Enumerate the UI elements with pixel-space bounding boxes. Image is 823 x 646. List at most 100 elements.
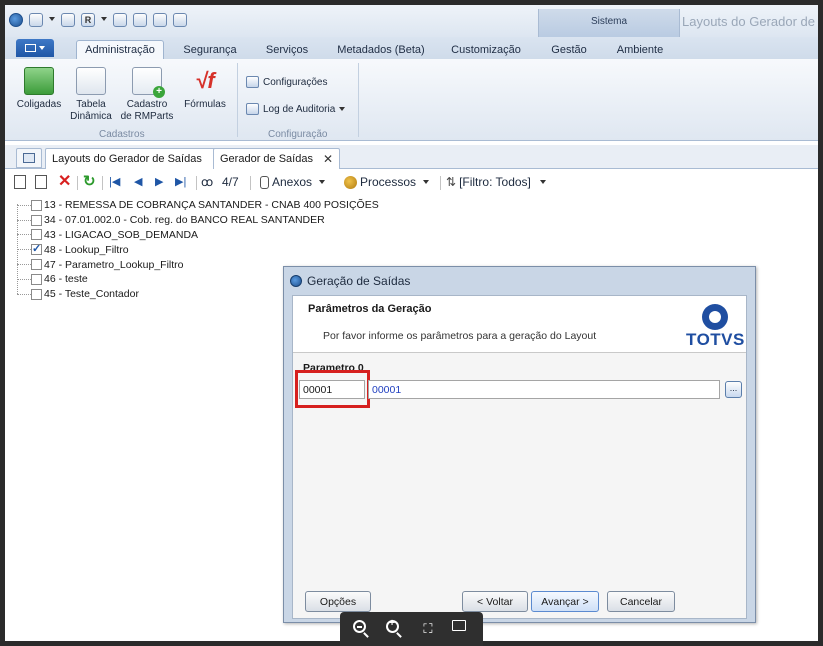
window-list-icon: [23, 153, 35, 163]
filter-button[interactable]: ⇅ [Filtro: Todos]: [446, 175, 546, 189]
zoom-in-icon: [386, 618, 400, 633]
chevron-down-icon[interactable]: [49, 17, 55, 23]
close-icon[interactable]: ✕: [323, 152, 333, 166]
doc-tab-gerador[interactable]: Gerador de Saídas ✕: [213, 148, 341, 169]
ribbon-separator: [358, 63, 359, 137]
table-icon: [76, 67, 106, 95]
settings-window-icon: [246, 76, 259, 88]
anexos-button[interactable]: Anexos: [260, 175, 326, 189]
record-count: 4/7: [222, 175, 239, 189]
title-bar: R Sistema Layouts do Gerador de S: [5, 5, 818, 37]
checkbox[interactable]: [31, 288, 42, 300]
last-icon: ▶|: [175, 176, 187, 188]
document-tabs: Layouts do Gerador de Saídas ✕ Gerador d…: [5, 145, 818, 169]
app-window: R Sistema Layouts do Gerador de S Admini…: [5, 5, 818, 641]
configuracoes-button[interactable]: Configurações: [246, 76, 327, 88]
formula-icon: √f: [195, 68, 215, 93]
dialog-body: Parâmetros da Geração Por favor informe …: [292, 295, 747, 619]
first-record-button[interactable]: |◀: [109, 175, 121, 189]
globe-icon[interactable]: [29, 13, 43, 27]
tab-metadados[interactable]: Metadados (Beta): [331, 40, 431, 59]
fullscreen-icon[interactable]: ⛶: [419, 620, 437, 638]
delete-button[interactable]: ✕: [58, 174, 71, 190]
monitor-icon[interactable]: [61, 13, 75, 27]
voltar-button[interactable]: < Voltar: [462, 591, 528, 612]
doc-tab-layouts[interactable]: Layouts do Gerador de Saídas ✕: [45, 148, 229, 169]
next-record-button[interactable]: ▶: [155, 175, 167, 189]
find-button[interactable]: ꝏ 4/7: [201, 175, 239, 189]
group-label-cadastros: Cadastros: [99, 129, 145, 140]
present-button[interactable]: [451, 620, 470, 638]
first-icon: |◀: [109, 176, 121, 188]
checkbox[interactable]: [31, 229, 42, 241]
checkbox[interactable]: [31, 273, 42, 285]
totvs-logo: TOTVS: [686, 304, 744, 352]
tab-ambiente[interactable]: Ambiente: [609, 40, 671, 59]
parameter-description-field[interactable]: 00001: [368, 380, 720, 399]
cadastro-label-line2: de RMParts: [120, 111, 174, 122]
tree-item-selected[interactable]: 48 - Lookup_Filtro: [17, 242, 379, 257]
refresh-button[interactable]: ↻: [83, 174, 96, 189]
attachment-icon: [260, 175, 269, 189]
image-viewer-controls: ⛶: [340, 612, 483, 646]
process-icon: [344, 175, 357, 189]
record-toolbar: ✕ ↻ |◀ ◀ ▶ ▶| ꝏ 4/7 Anexos Processos ⇅ […: [5, 171, 818, 195]
totvs-logo-icon: [702, 304, 728, 330]
tabela-dinamica-button[interactable]: Tabela Dinâmica: [66, 67, 116, 123]
cadastro-label-line1: Cadastro: [126, 99, 168, 110]
opcoes-button[interactable]: Opções: [305, 591, 371, 612]
new-button[interactable]: [14, 175, 26, 189]
present-icon: [451, 620, 466, 631]
file-menu-button[interactable]: [16, 39, 54, 57]
zoom-out-icon: [353, 620, 367, 633]
dialog-header-subtitle: Por favor informe os parâmetros para a g…: [323, 330, 597, 342]
checkbox[interactable]: [31, 199, 42, 211]
edit-button[interactable]: [35, 175, 47, 189]
tree-item[interactable]: 34 - 07.01.002.0 - Cob. reg. do BANCO RE…: [17, 213, 379, 228]
checkbox[interactable]: [31, 259, 42, 271]
log-auditoria-button[interactable]: Log de Auditoria: [246, 103, 346, 115]
tree-item[interactable]: 43 - LIGACAO_SOB_DEMANDA: [17, 228, 379, 243]
configuracoes-label: Configurações: [263, 76, 328, 88]
app-logo-icon: [290, 275, 302, 287]
processos-button[interactable]: Processos: [344, 175, 430, 189]
tab-servicos[interactable]: Serviços: [256, 40, 318, 59]
tab-administracao[interactable]: Administração: [76, 40, 164, 59]
zoom-out-button[interactable]: [353, 620, 371, 638]
log-auditoria-label: Log de Auditoria: [263, 103, 336, 115]
lookup-button[interactable]: ...: [725, 381, 742, 398]
zoom-in-button[interactable]: [386, 618, 404, 638]
checkbox[interactable]: [31, 214, 42, 226]
avancar-button[interactable]: Avançar >: [531, 591, 599, 612]
context-group-label: Sistema: [590, 16, 628, 27]
cancelar-button[interactable]: Cancelar: [607, 591, 675, 612]
play-icon[interactable]: [113, 13, 127, 27]
report-icon[interactable]: R: [81, 13, 95, 27]
tab-list-button[interactable]: [16, 148, 42, 168]
formulas-button[interactable]: √f Fórmulas: [180, 67, 230, 111]
dialog-title: Geração de Saídas: [307, 274, 411, 288]
chevron-down-icon[interactable]: [101, 17, 107, 23]
ribbon-separator: [237, 63, 238, 137]
app-logo-icon[interactable]: [9, 13, 23, 27]
web-icon[interactable]: [153, 13, 167, 27]
log-icon: [246, 103, 259, 115]
dialog-header-title: Parâmetros da Geração: [308, 303, 432, 315]
ribbon-tabs: Administração Segurança Serviços Metadad…: [5, 37, 818, 59]
last-record-button[interactable]: ▶|: [175, 175, 187, 189]
copy-icon[interactable]: [173, 13, 187, 27]
building-icon: [24, 67, 54, 95]
tab-seguranca[interactable]: Segurança: [175, 40, 245, 59]
context-group-sistema: Sistema: [538, 9, 680, 37]
checkbox-checked[interactable]: [31, 242, 42, 256]
totvs-logo-text: TOTVS: [686, 330, 745, 349]
formulas-label: Fórmulas: [184, 99, 226, 110]
wand-icon[interactable]: [133, 13, 147, 27]
tab-gestao[interactable]: Gestão: [543, 40, 595, 59]
toolbar-separator: [196, 176, 197, 190]
tab-customizacao[interactable]: Customização: [445, 40, 527, 59]
coligadas-button[interactable]: Coligadas: [14, 67, 64, 111]
tree-item[interactable]: 13 - REMESSA DE COBRANÇA SANTANDER - CNA…: [17, 198, 379, 213]
prev-record-button[interactable]: ◀: [134, 175, 146, 189]
cadastro-rmparts-button[interactable]: + Cadastro de RMParts: [118, 67, 176, 123]
